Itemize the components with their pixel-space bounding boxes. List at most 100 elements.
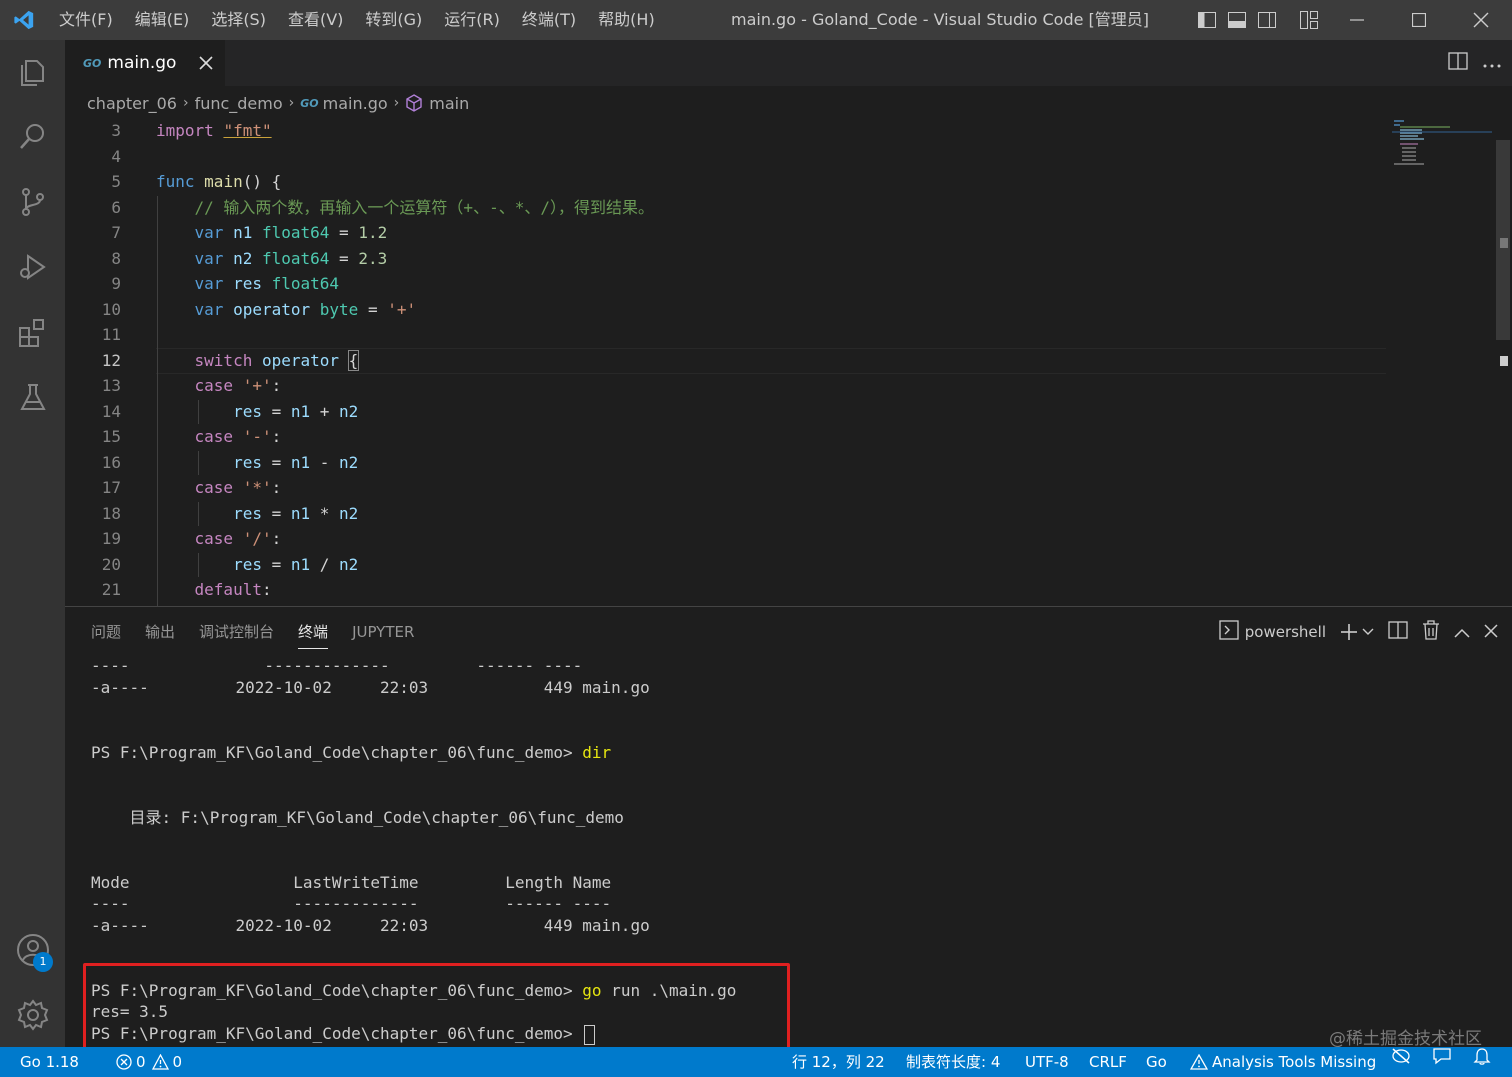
error-count: 0 — [136, 1053, 146, 1071]
gear-icon[interactable] — [0, 983, 65, 1047]
code-text: var operator byte = '+' — [194, 300, 417, 319]
status-bar: Go 1.18 0 0 行 12，列 22 制表符长度: 4 UTF-8 CRL… — [0, 1047, 1512, 1077]
no-live-share-icon[interactable] — [1391, 1047, 1411, 1065]
breadcrumb-chapter[interactable]: chapter_06 — [87, 94, 177, 113]
tab-output[interactable]: 输出 — [133, 617, 187, 647]
indentation-status[interactable]: 制表符长度: 4 — [906, 1047, 1000, 1077]
run-debug-icon[interactable] — [0, 235, 65, 299]
tab-jupyter[interactable]: JUPYTER — [340, 617, 426, 647]
terminal-line: ---- ------------- ------ ---- — [91, 656, 583, 675]
minimize-icon[interactable] — [1326, 0, 1388, 40]
chevron-down-icon — [1362, 628, 1374, 635]
language-status[interactable]: Go — [1146, 1047, 1167, 1077]
terminal-line: PS F:\Program_KF\Goland_Code\chapter_06\… — [91, 742, 611, 764]
terminal-line: PS F:\Program_KF\Goland_Code\chapter_06\… — [91, 1023, 596, 1045]
breadcrumb-symbol[interactable]: main — [429, 94, 469, 113]
terminal-prompt: PS F:\Program_KF\Goland_Code\chapter_06\… — [91, 981, 583, 1000]
customize-layout-icon[interactable] — [1294, 0, 1324, 40]
line-number: 14 — [101, 402, 121, 421]
warning-icon — [1190, 1054, 1208, 1070]
line-number: 8 — [111, 249, 121, 268]
testing-icon[interactable] — [0, 365, 65, 429]
menu-run[interactable]: 运行(R) — [433, 0, 511, 40]
menu-edit[interactable]: 编辑(E) — [124, 0, 201, 40]
line-number: 15 — [101, 427, 121, 446]
search-icon[interactable] — [0, 104, 65, 168]
window-controls — [1326, 0, 1512, 40]
tab-debug-console[interactable]: 调试控制台 — [187, 617, 286, 647]
trash-icon[interactable] — [1422, 620, 1440, 644]
line-number: 10 — [101, 300, 121, 319]
go-version-label: Go 1.18 — [20, 1053, 79, 1071]
menu-file[interactable]: 文件(F) — [48, 0, 124, 40]
code-editor[interactable]: 3 import "fmt" 4 5 func main() { 6 // 输入两个… — [65, 120, 1512, 606]
analysis-tools-status[interactable]: Analysis Tools Missing — [1190, 1047, 1376, 1077]
code-line: 11 — [65, 322, 1385, 347]
close-icon[interactable] — [195, 52, 217, 74]
maximize-icon[interactable] — [1388, 0, 1450, 40]
go-file-icon: GO — [83, 56, 102, 70]
split-terminal-icon[interactable] — [1388, 621, 1408, 643]
eol-status[interactable]: CRLF — [1089, 1047, 1127, 1077]
go-version-status[interactable]: Go 1.18 — [20, 1047, 79, 1077]
extensions-icon[interactable] — [0, 300, 65, 364]
tab-terminal[interactable]: 终端 — [286, 617, 340, 649]
breadcrumb-folder[interactable]: func_demo — [195, 94, 283, 113]
problems-status[interactable]: 0 0 — [116, 1047, 182, 1077]
encoding-status[interactable]: UTF-8 — [1025, 1047, 1069, 1077]
terminal-line: 目录: F:\Program_KF\Goland_Code\chapter_06… — [91, 808, 624, 827]
new-terminal-button[interactable] — [1340, 623, 1374, 641]
line-number: 11 — [101, 325, 121, 344]
cursor-position-status[interactable]: 行 12，列 22 — [792, 1047, 885, 1077]
more-actions-icon[interactable] — [1482, 54, 1502, 73]
toggle-panel-icon[interactable] — [1222, 0, 1252, 40]
code-line: 4 — [65, 144, 1385, 169]
tab-problems[interactable]: 问题 — [79, 617, 133, 647]
chevron-right-icon: › — [288, 95, 295, 111]
menu-selection[interactable]: 选择(S) — [200, 0, 277, 40]
chevron-up-icon[interactable] — [1454, 623, 1470, 642]
terminal-line: Mode LastWriteTime Length Name — [91, 873, 612, 892]
terminal-output[interactable]: ---- ------------- ------ ---- -a---- 20… — [91, 655, 1491, 1045]
code-text: func main() { — [156, 172, 282, 191]
editor-scrollbar[interactable] — [1496, 120, 1512, 606]
code-text: case '-': — [194, 427, 282, 446]
line-number: 20 — [101, 555, 121, 574]
toggle-primary-sidebar-icon[interactable] — [1192, 0, 1222, 40]
warning-icon — [151, 1054, 169, 1070]
menu-view[interactable]: 查看(V) — [277, 0, 354, 40]
analysis-tools-label: Analysis Tools Missing — [1212, 1053, 1377, 1071]
close-window-icon[interactable] — [1450, 0, 1512, 40]
line-number: 16 — [101, 453, 121, 472]
code-line: 15 case '-': — [65, 424, 1385, 449]
tab-main-go[interactable]: GO main.go — [65, 40, 225, 86]
close-panel-icon[interactable] — [1484, 623, 1498, 642]
terminal-command: dir — [582, 743, 612, 762]
code-line: 8 var n2 float64 = 2.3 — [65, 246, 1385, 271]
line-number: 3 — [111, 121, 121, 140]
bell-icon[interactable] — [1473, 1047, 1491, 1065]
feedback-icon[interactable] — [1432, 1047, 1452, 1065]
terminal-name-label: powershell — [1244, 623, 1326, 641]
explorer-icon[interactable] — [0, 40, 65, 104]
chevron-right-icon: › — [182, 95, 189, 111]
layout-controls — [1192, 0, 1324, 40]
code-text: import "fmt" — [156, 121, 272, 140]
minimap[interactable] — [1392, 120, 1492, 180]
code-line: 18 res = n1 * n2 — [65, 501, 1385, 526]
breadcrumb-file[interactable]: main.go — [323, 94, 388, 113]
terminal-command-args: run .\main.go — [601, 981, 737, 1000]
accounts-icon[interactable] — [0, 918, 65, 982]
split-editor-icon[interactable] — [1448, 52, 1468, 74]
code-text: res = n1 * n2 — [233, 504, 359, 523]
code-line: 3 import "fmt" — [65, 120, 1385, 143]
menu-go[interactable]: 转到(G) — [354, 0, 433, 40]
terminal-prompt: PS F:\Program_KF\Goland_Code\chapter_06\… — [91, 1024, 583, 1043]
code-text: var n2 float64 = 2.3 — [194, 249, 388, 268]
source-control-icon[interactable] — [0, 170, 65, 234]
menu-terminal[interactable]: 终端(T) — [511, 0, 587, 40]
toggle-secondary-sidebar-icon[interactable] — [1252, 0, 1282, 40]
scrollbar-marker — [1500, 238, 1508, 248]
activity-bar: 1 — [0, 40, 65, 1047]
terminal-selector[interactable]: powershell — [1219, 620, 1326, 644]
